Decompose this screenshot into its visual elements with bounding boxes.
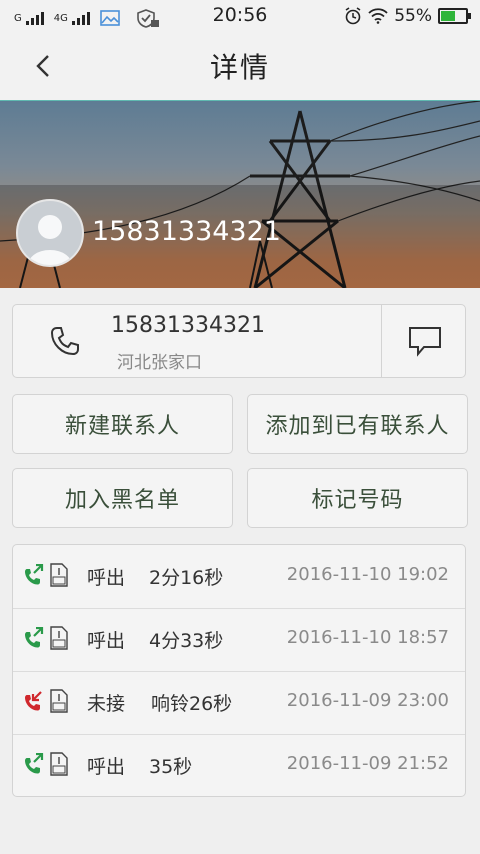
sim-card-icon [50, 752, 68, 776]
call-type: 呼出 [87, 630, 126, 652]
call-log-row[interactable]: 未接 响铃26秒 2016-11-09 23:00 [13, 671, 465, 735]
call-type: 未接 [87, 693, 126, 715]
battery-percent: 55% [394, 6, 432, 26]
call-duration: 响铃26秒 [151, 693, 233, 715]
call-log-list: 呼出 2分16秒 2016-11-10 19:02 呼出 4分33秒 2016-11-10… [12, 544, 466, 797]
add-to-existing-button[interactable]: 添加到已有联系人 [247, 394, 468, 454]
call-datetime: 2016-11-09 21:52 [286, 753, 449, 774]
call-datetime: 2016-11-10 18:57 [286, 627, 449, 648]
call-log-row[interactable]: 呼出 35秒 2016-11-09 21:52 [13, 734, 465, 797]
wifi-icon [368, 8, 388, 24]
mark-number-button[interactable]: 标记号码 [247, 468, 468, 528]
call-datetime: 2016-11-10 19:02 [286, 564, 449, 585]
call-log-row[interactable]: 呼出 2分16秒 2016-11-10 19:02 [13, 545, 465, 609]
call-duration: 4分33秒 [149, 630, 224, 652]
outgoing-call-icon [25, 753, 44, 774]
sim-card-icon [50, 689, 68, 713]
sim-card-icon [50, 563, 68, 587]
call-duration: 2分16秒 [149, 567, 224, 589]
message-button[interactable] [381, 305, 467, 377]
app-header: 详情 [0, 32, 480, 102]
call-type: 呼出 [87, 567, 126, 589]
alarm-icon [345, 7, 361, 25]
banner-phone-number: 15831334321 [92, 216, 281, 247]
blacklist-button[interactable]: 加入黑名单 [12, 468, 233, 528]
number-card: 15831334321 河北张家口 [12, 304, 466, 378]
call-duration: 35秒 [149, 756, 193, 778]
contact-avatar-icon [16, 199, 84, 267]
outgoing-call-icon [25, 564, 44, 585]
phone-number: 15831334321 [111, 313, 265, 338]
status-bar: G 4G 20:56 55% [0, 0, 480, 32]
battery-icon [438, 8, 471, 24]
outgoing-call-icon [25, 627, 44, 648]
new-contact-button[interactable]: 新建联系人 [12, 394, 233, 454]
call-button[interactable]: 15831334321 河北张家口 [13, 305, 381, 377]
phone-icon [50, 327, 79, 356]
call-datetime: 2016-11-09 23:00 [286, 690, 449, 711]
phone-location: 河北张家口 [117, 353, 202, 373]
call-type: 呼出 [87, 756, 126, 778]
missed-call-icon [25, 691, 42, 711]
contact-banner [0, 101, 480, 288]
message-icon [409, 327, 441, 357]
call-log-row[interactable]: 呼出 4分33秒 2016-11-10 18:57 [13, 608, 465, 672]
sim-card-icon [50, 626, 68, 650]
page-title: 详情 [209, 51, 270, 84]
